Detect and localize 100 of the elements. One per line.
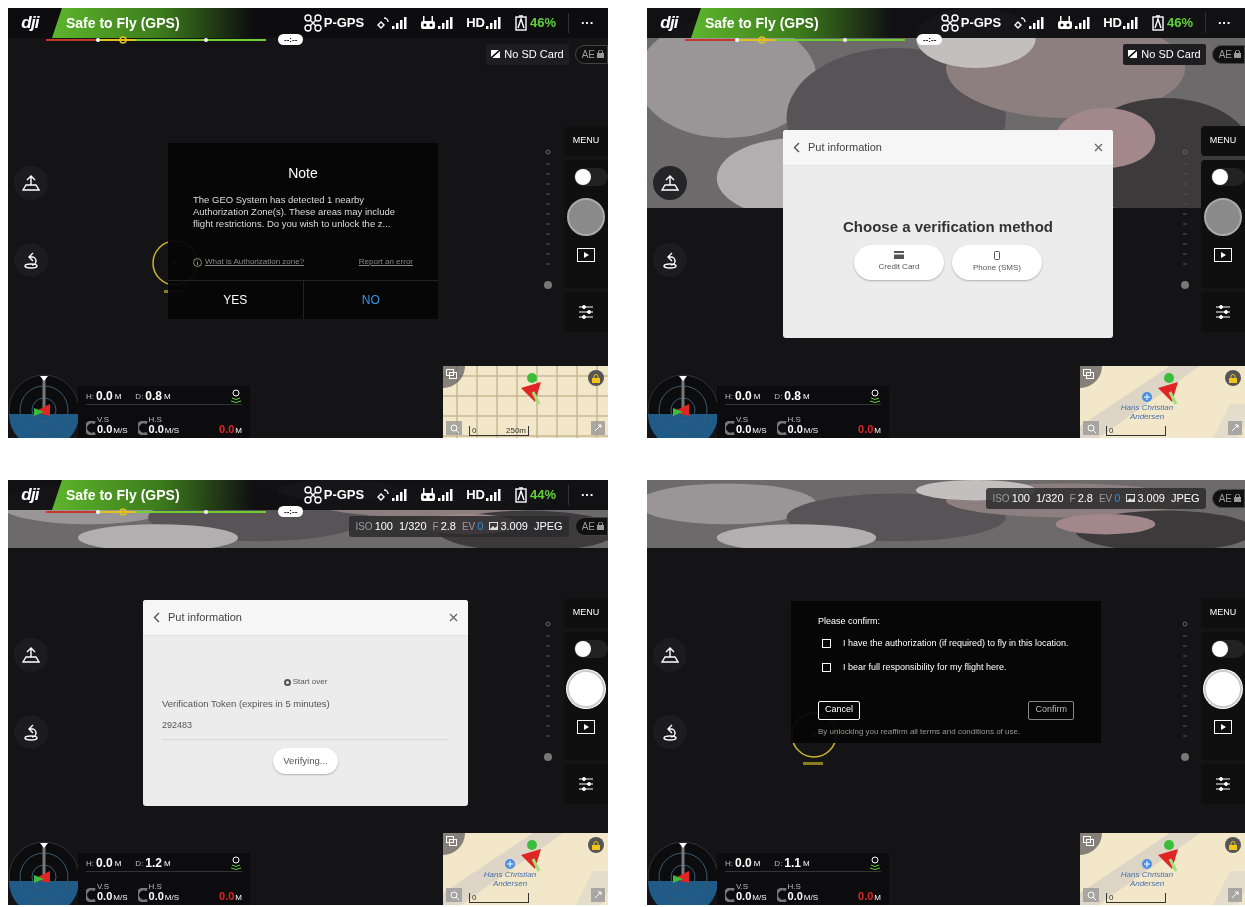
more-button[interactable]: ··· — [568, 485, 594, 505]
dialog-button[interactable]: Cancel — [818, 700, 860, 720]
mini-map[interactable]: Hans Christian Andersen 0 — [443, 833, 608, 905]
takeoff-button[interactable] — [653, 638, 687, 672]
map-lock-button[interactable] — [588, 370, 604, 386]
menu-button[interactable]: MENU — [1201, 126, 1245, 156]
satellite-icon — [376, 16, 391, 30]
flight-time-pill: --:-- — [278, 506, 304, 517]
shutter-button[interactable] — [1204, 670, 1242, 708]
settings-sliders-button[interactable] — [1201, 292, 1245, 332]
map-lock-button[interactable] — [1225, 837, 1241, 853]
return-home-button[interactable] — [653, 715, 687, 749]
speed-gauge-icon — [776, 421, 787, 435]
search-icon — [1086, 890, 1096, 900]
drone-icon — [940, 14, 959, 32]
back-icon[interactable] — [793, 142, 800, 153]
settings-sliders-button[interactable] — [1201, 764, 1245, 804]
dialog-button[interactable]: Confirm — [1028, 700, 1074, 720]
start-over-link[interactable]: Start over — [283, 676, 328, 688]
menu-button[interactable]: MENU — [564, 126, 608, 156]
terms-note: By unlocking you reaffirm all terms and conditions of use. — [818, 725, 1022, 738]
menu-button[interactable]: MENU — [1201, 598, 1245, 628]
verify-button[interactable]: Verifying... — [273, 747, 338, 774]
telemetry-value: 0.0 — [219, 891, 235, 902]
signal-bars-icon — [392, 489, 409, 501]
map-switch-button[interactable] — [443, 833, 465, 855]
checkbox[interactable] — [822, 638, 831, 648]
return-home-button[interactable] — [653, 243, 687, 277]
lock-icon — [592, 373, 600, 383]
mini-map[interactable]: 0 250m — [443, 366, 608, 438]
map-switch-button[interactable] — [1080, 366, 1102, 388]
photo-video-toggle[interactable] — [1211, 640, 1245, 658]
close-icon[interactable] — [1094, 143, 1103, 152]
more-button[interactable]: ··· — [1205, 13, 1231, 33]
settings-sliders-button[interactable] — [564, 292, 608, 332]
flight-time-pill: --:-- — [278, 34, 304, 45]
battery-icon — [513, 15, 528, 31]
dialog-button[interactable]: YES — [168, 281, 303, 319]
playback-icon[interactable] — [1214, 720, 1232, 734]
map-pin-button[interactable] — [591, 421, 605, 435]
pin-icon — [594, 891, 602, 899]
mini-map[interactable]: Hans Christian Andersen 0 — [1080, 366, 1245, 438]
map-zoom-button[interactable] — [446, 421, 462, 435]
close-icon[interactable] — [449, 613, 458, 622]
shutter-button[interactable] — [1204, 198, 1242, 236]
telemetry-unit: M — [164, 391, 171, 403]
shutter-button[interactable] — [567, 198, 605, 236]
ae-lock-button[interactable]: AE — [574, 44, 608, 64]
return-home-button[interactable] — [14, 243, 48, 277]
layers-icon — [446, 836, 457, 846]
photo-video-toggle[interactable] — [574, 640, 608, 658]
telemetry-label: H.S — [148, 883, 163, 891]
pin-icon — [1231, 424, 1239, 432]
speed-gauge-icon — [137, 421, 148, 435]
verification-option[interactable]: Credit Card — [854, 244, 944, 280]
battery-percent: 44% — [529, 486, 556, 505]
photo-video-toggle[interactable] — [1211, 168, 1245, 186]
dialog-button[interactable]: NO — [302, 281, 438, 319]
photo-count-icon — [1126, 494, 1136, 503]
shutter-button[interactable] — [567, 670, 605, 708]
menu-button[interactable]: MENU — [564, 598, 608, 628]
takeoff-button[interactable] — [14, 166, 48, 200]
playback-icon[interactable] — [577, 248, 595, 262]
map-switch-button[interactable] — [443, 366, 465, 388]
verification-option[interactable]: Phone (SMS) — [952, 244, 1042, 280]
map-lock-button[interactable] — [1225, 370, 1241, 386]
aircraft-position-icon — [519, 839, 543, 873]
report-link[interactable]: Report an error — [358, 256, 413, 268]
setting-value: JPEG — [533, 519, 563, 534]
return-home-button[interactable] — [14, 715, 48, 749]
scale-label: 0 — [472, 893, 477, 902]
map-lock-button[interactable] — [588, 837, 604, 853]
mini-map[interactable]: Hans Christian Andersen 0 — [1080, 833, 1245, 905]
sliders-icon — [1214, 776, 1232, 792]
setting-label: ISO — [355, 519, 373, 534]
help-link[interactable]: What is Authorization zone? — [205, 256, 305, 268]
scale-label: 0 — [1109, 426, 1114, 435]
signal-bars-icon — [485, 17, 502, 29]
sd-card-icon — [1128, 50, 1138, 59]
telemetry-unit: M — [803, 858, 810, 870]
takeoff-button[interactable] — [14, 638, 48, 672]
playback-icon[interactable] — [577, 720, 595, 734]
photo-video-toggle[interactable] — [574, 168, 608, 186]
map-place-label: Hans Christian Andersen — [1119, 403, 1175, 421]
back-icon[interactable] — [153, 612, 160, 623]
setting-label: F — [1069, 491, 1076, 506]
phone-icon — [994, 250, 1000, 260]
telemetry-label: D: — [135, 858, 144, 870]
map-switch-button[interactable] — [1080, 833, 1102, 855]
checkbox[interactable] — [822, 663, 831, 673]
setting-value: 0 — [477, 519, 484, 534]
signal-bars-icon — [1029, 17, 1046, 29]
playback-icon[interactable] — [1214, 248, 1232, 262]
speed-gauge-icon — [776, 888, 787, 902]
drone-icon — [303, 486, 322, 504]
more-button[interactable]: ··· — [568, 13, 594, 33]
setting-value: 0 — [1114, 491, 1121, 506]
speed-gauge-icon — [86, 888, 96, 902]
settings-sliders-button[interactable] — [564, 764, 608, 804]
map-place-label: Hans Christian Andersen — [482, 870, 538, 888]
